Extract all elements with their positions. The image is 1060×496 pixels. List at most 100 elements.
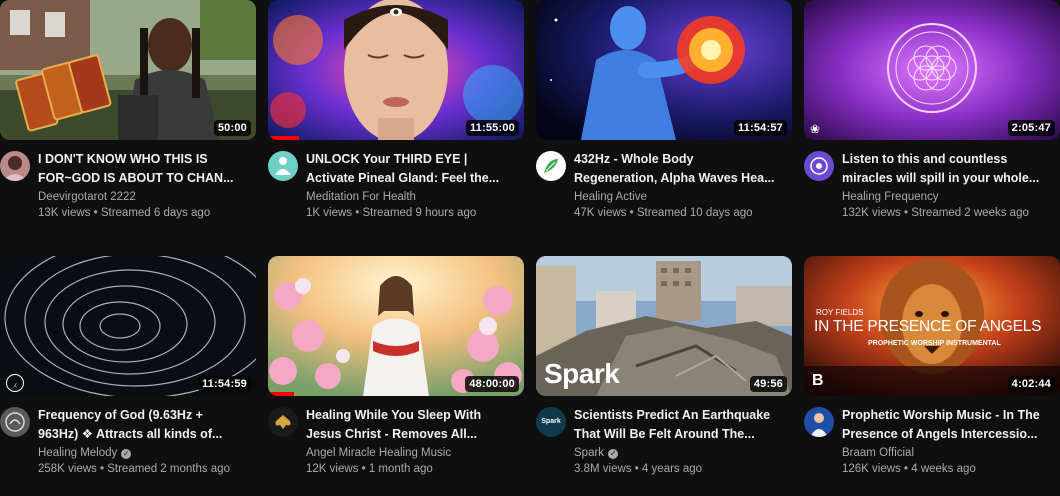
check-circle-icon: ✓ bbox=[608, 449, 619, 459]
upload-age: Streamed 6 days ago bbox=[100, 207, 211, 219]
thumbnail-artist-text: ROY FIELDS bbox=[816, 308, 864, 317]
channel-name-text[interactable]: Healing Melody bbox=[38, 447, 117, 459]
view-count: 12K views bbox=[306, 463, 359, 475]
video-card[interactable]: 11:54:57 432Hz - Whole Body Regeneration… bbox=[536, 0, 792, 240]
separator: • bbox=[96, 463, 108, 475]
video-stats: 132K views • Streamed 2 weeks ago bbox=[842, 205, 1054, 221]
video-thumbnail[interactable]: 11:54:57 bbox=[536, 0, 792, 140]
video-card[interactable]: 48:00:00 Healing While You Sleep With Je… bbox=[268, 256, 524, 496]
channel-avatar[interactable] bbox=[268, 407, 298, 437]
separator: • bbox=[631, 463, 642, 475]
channel-name[interactable]: Meditation For Health bbox=[306, 189, 518, 205]
channel-avatar[interactable] bbox=[0, 151, 30, 181]
channel-name[interactable]: Healing Frequency bbox=[842, 189, 1054, 205]
thumbnail-image bbox=[804, 0, 1060, 140]
video-stats: 258K views • Streamed 2 months ago bbox=[38, 461, 250, 477]
video-title[interactable]: I DON'T KNOW WHO THIS IS FOR~GOD IS ABOU… bbox=[38, 150, 250, 187]
video-stats: 47K views • Streamed 10 days ago bbox=[574, 205, 786, 221]
view-count: 47K views bbox=[574, 207, 627, 219]
thumbnail-image bbox=[536, 0, 792, 140]
channel-avatar[interactable] bbox=[804, 407, 834, 437]
video-duration: 49:56 bbox=[749, 376, 787, 392]
channel-name-text[interactable]: Braam Official bbox=[842, 447, 914, 459]
video-thumbnail[interactable]: 48:00:00 bbox=[268, 256, 524, 396]
video-title[interactable]: Listen to this and countless miracles wi… bbox=[842, 150, 1054, 187]
channel-name-text[interactable]: Angel Miracle Healing Music bbox=[306, 447, 451, 459]
separator: • bbox=[900, 207, 912, 219]
video-stats: 13K views • Streamed 6 days ago bbox=[38, 205, 250, 221]
channel-watermark-logo: B bbox=[812, 372, 824, 389]
video-stats: 126K views • 4 weeks ago bbox=[842, 461, 1054, 477]
channel-avatar[interactable] bbox=[0, 407, 30, 437]
video-thumbnail[interactable]: ❀ 2:05:47 bbox=[804, 0, 1060, 140]
upload-age: Streamed 2 months ago bbox=[107, 463, 230, 475]
view-count: 3.8M views bbox=[574, 463, 632, 475]
channel-name[interactable]: Angel Miracle Healing Music bbox=[306, 445, 518, 461]
video-duration: 11:54:57 bbox=[733, 120, 787, 136]
thumbnail-image bbox=[0, 0, 256, 140]
separator: • bbox=[626, 207, 637, 219]
separator: • bbox=[358, 463, 369, 475]
video-thumbnail[interactable]: ⁁ 11:54:59 bbox=[0, 256, 256, 396]
view-count: 1K views bbox=[306, 207, 353, 219]
upload-age: 4 weeks ago bbox=[911, 463, 976, 475]
video-duration: 11:55:00 bbox=[465, 120, 519, 136]
watch-progress-bar bbox=[268, 392, 294, 396]
video-duration: 48:00:00 bbox=[465, 376, 519, 392]
upload-age: Streamed 2 weeks ago bbox=[911, 207, 1029, 219]
upload-age: Streamed 10 days ago bbox=[636, 207, 753, 219]
channel-avatar[interactable] bbox=[536, 151, 566, 181]
video-title[interactable]: 432Hz - Whole Body Regeneration, Alpha W… bbox=[574, 150, 786, 187]
video-thumbnail[interactable]: Spark 49:56 bbox=[536, 256, 792, 396]
video-stats: 12K views • 1 month ago bbox=[306, 461, 518, 477]
channel-watermark-icon: ⁁ bbox=[6, 374, 24, 392]
video-card[interactable]: 11:55:00 UNLOCK Your THIRD EYE | Activat… bbox=[268, 0, 524, 240]
channel-name-text[interactable]: Healing Frequency bbox=[842, 191, 939, 203]
watch-progress-bar bbox=[268, 136, 299, 140]
video-title[interactable]: Frequency of God (9.63Hz + 963Hz) ❖ Attr… bbox=[38, 406, 250, 443]
video-title[interactable]: Scientists Predict An Earthquake That Wi… bbox=[574, 406, 786, 443]
separator: • bbox=[90, 207, 101, 219]
thumbnail-image bbox=[268, 0, 524, 140]
video-card[interactable]: 50:00 I DON'T KNOW WHO THIS IS FOR~GOD I… bbox=[0, 0, 256, 240]
channel-avatar[interactable] bbox=[804, 151, 834, 181]
separator: • bbox=[352, 207, 363, 219]
thumbnail-headline-text: IN THE PRESENCE OF ANGELS bbox=[814, 318, 1042, 335]
thumbnail-image bbox=[0, 256, 256, 396]
upload-age: 4 years ago bbox=[641, 463, 703, 475]
upload-age: Streamed 9 hours ago bbox=[362, 207, 477, 219]
video-card[interactable]: ❀ 2:05:47 Listen to this and countless m… bbox=[804, 0, 1060, 240]
thumbnail-subtitle-text: PROPHETIC WORSHIP INSTRUMENTAL bbox=[868, 340, 1001, 347]
channel-name-text[interactable]: Deevirgotarot 2222 bbox=[38, 191, 136, 203]
video-card[interactable]: Spark 49:56 Spark Scientists Predict An … bbox=[536, 256, 792, 496]
channel-name[interactable]: Spark ✓ bbox=[574, 445, 786, 461]
channel-name[interactable]: Deevirgotarot 2222 bbox=[38, 189, 250, 205]
video-thumbnail[interactable]: 50:00 bbox=[0, 0, 256, 140]
video-thumbnail[interactable]: ROY FIELDS IN THE PRESENCE OF ANGELS PRO… bbox=[804, 256, 1060, 396]
channel-avatar[interactable] bbox=[268, 151, 298, 181]
view-count: 13K views bbox=[38, 207, 91, 219]
video-stats: 1K views • Streamed 9 hours ago bbox=[306, 205, 518, 221]
channel-name[interactable]: Braam Official bbox=[842, 445, 1054, 461]
separator: • bbox=[900, 463, 912, 475]
thumbnail-overlay-text: Spark bbox=[544, 358, 620, 389]
view-count: 132K views bbox=[842, 207, 901, 219]
video-duration: 4:02:44 bbox=[1007, 376, 1055, 392]
video-card[interactable]: ⁁ 11:54:59 Frequency of God (9.63Hz + 96… bbox=[0, 256, 256, 496]
channel-name[interactable]: Healing Melody ✓ bbox=[38, 445, 250, 461]
video-title[interactable]: Prophetic Worship Music - In The Presenc… bbox=[842, 406, 1054, 443]
video-title[interactable]: UNLOCK Your THIRD EYE | Activate Pineal … bbox=[306, 150, 518, 187]
channel-name-text[interactable]: Meditation For Health bbox=[306, 191, 416, 203]
thumbnail-image bbox=[268, 256, 524, 396]
video-thumbnail[interactable]: 11:55:00 bbox=[268, 0, 524, 140]
channel-avatar[interactable]: Spark bbox=[536, 407, 566, 437]
video-title[interactable]: Healing While You Sleep With Jesus Chris… bbox=[306, 406, 518, 443]
video-card[interactable]: ROY FIELDS IN THE PRESENCE OF ANGELS PRO… bbox=[804, 256, 1060, 496]
view-count: 126K views bbox=[842, 463, 901, 475]
channel-name-text[interactable]: Healing Active bbox=[574, 191, 647, 203]
channel-name[interactable]: Healing Active bbox=[574, 189, 786, 205]
check-circle-icon: ✓ bbox=[121, 449, 132, 459]
channel-avatar-label: Spark bbox=[541, 418, 561, 425]
video-duration: 11:54:59 bbox=[197, 376, 251, 392]
channel-name-text[interactable]: Spark bbox=[574, 447, 604, 459]
